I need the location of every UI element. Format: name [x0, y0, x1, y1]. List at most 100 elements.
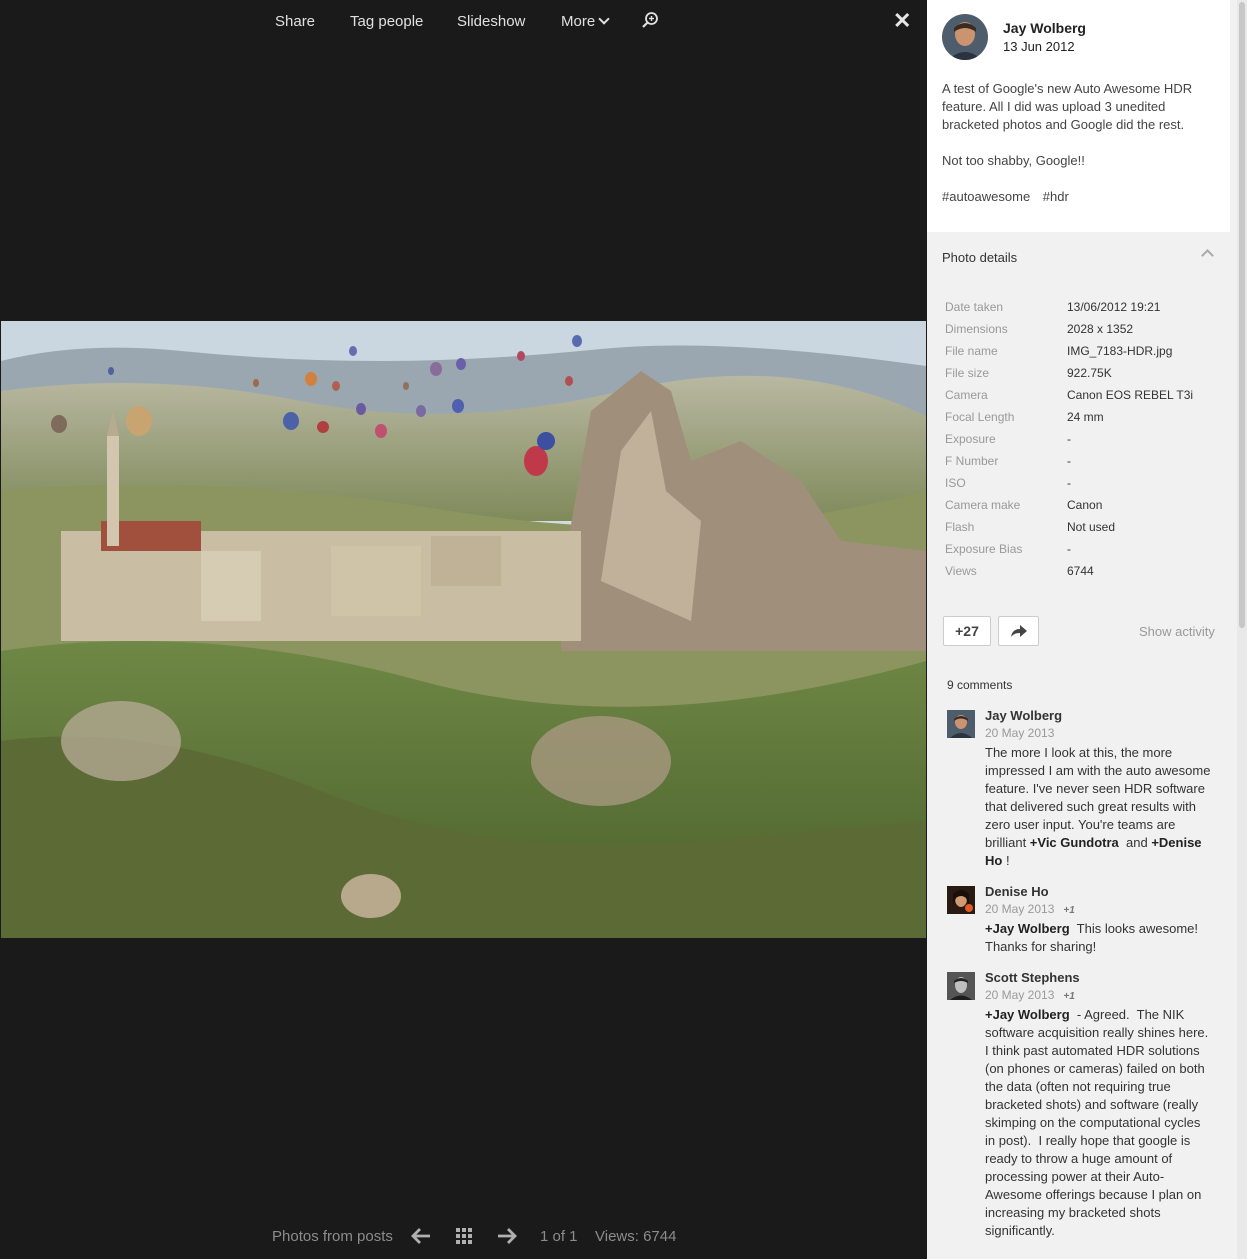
details-value: Canon EOS REBEL T3i: [1067, 388, 1194, 402]
photo-info-panel: Jay Wolberg 13 Jun 2012 A test of Google…: [927, 0, 1247, 1259]
commenter-name[interactable]: Scott Stephens: [985, 970, 1080, 985]
main-photo: [1, 321, 926, 938]
chevron-up-icon[interactable]: [1201, 249, 1214, 262]
comments-count: 9 comments: [947, 678, 1013, 692]
details-value: 922.75K: [1067, 366, 1112, 380]
details-value: 6744: [1067, 564, 1094, 578]
comment-date: 20 May 2013: [985, 726, 1055, 740]
zoom-icon: [642, 12, 658, 28]
post-hashtags: #autoawesome #hdr: [942, 188, 1224, 206]
details-value: 13/06/2012 19:21: [1067, 300, 1161, 314]
comment-date-text: 20 May 2013: [985, 902, 1055, 916]
commenter-name[interactable]: Jay Wolberg: [985, 708, 1062, 723]
post-card: Jay Wolberg 13 Jun 2012 A test of Google…: [927, 0, 1230, 232]
show-activity-link[interactable]: Show activity: [1139, 624, 1215, 639]
details-row: Camera make Canon: [945, 498, 1225, 520]
details-label: Exposure: [945, 432, 996, 446]
details-label: Flash: [945, 520, 975, 534]
comment-body: and: [1118, 835, 1152, 850]
details-value: IMG_7183-HDR.jpg: [1067, 344, 1173, 358]
details-row: File name IMG_7183-HDR.jpg: [945, 344, 1225, 366]
mention-link[interactable]: +Jay Wolberg: [985, 1007, 1070, 1022]
details-row: Exposure Bias -: [945, 542, 1225, 564]
comment-plus-one[interactable]: +1: [1063, 905, 1074, 916]
mention-link[interactable]: +Vic Gundotra: [1030, 835, 1119, 850]
share-post-button[interactable]: [998, 616, 1039, 646]
zoom-button[interactable]: [641, 11, 659, 35]
details-row: File size 922.75K: [945, 366, 1225, 388]
slideshow-button[interactable]: Slideshow: [457, 12, 525, 32]
details-label: ISO: [945, 476, 966, 490]
commenter-avatar[interactable]: [947, 972, 975, 1000]
views-count: Views: 6744: [595, 1228, 677, 1245]
grid-icon: [456, 1228, 472, 1244]
next-button[interactable]: [496, 1226, 518, 1250]
details-row: ISO -: [945, 476, 1225, 498]
photo-counter: 1 of 1: [540, 1228, 578, 1245]
hashtag-link[interactable]: #hdr: [1043, 189, 1069, 204]
details-value: 24 mm: [1067, 410, 1104, 424]
post-date[interactable]: 13 Jun 2012: [1003, 39, 1075, 54]
details-row: Views 6744: [945, 564, 1225, 586]
details-row: Exposure -: [945, 432, 1225, 454]
details-row: Dimensions 2028 x 1352: [945, 322, 1225, 344]
details-label: Views: [945, 564, 977, 578]
post-paragraph: A test of Google's new Auto Awesome HDR …: [942, 81, 1193, 132]
comment-body: !: [1002, 853, 1010, 868]
viewer-toolbar: Share Tag people Slideshow More ✕: [0, 0, 927, 44]
details-label: Camera make: [945, 498, 1021, 512]
comment-date: 20 May 2013 +1: [985, 988, 1075, 1002]
arrow-right-icon: [498, 1228, 517, 1244]
details-row: Flash Not used: [945, 520, 1225, 542]
viewer-footer: Photos from posts 1 of 1 Views: 6744: [0, 1222, 927, 1252]
grid-view-button[interactable]: [455, 1227, 473, 1249]
details-row: Focal Length 24 mm: [945, 410, 1225, 432]
photo-details-heading[interactable]: Photo details: [942, 250, 1017, 265]
comment-date: 20 May 2013 +1: [985, 902, 1075, 916]
details-label: File size: [945, 366, 990, 380]
photo-viewer: Share Tag people Slideshow More ✕ Photos…: [0, 0, 927, 1259]
share-button[interactable]: Share: [275, 12, 315, 32]
share-arrow-icon: [1011, 625, 1027, 637]
close-icon[interactable]: ✕: [893, 8, 911, 34]
plus-one-button[interactable]: +27: [943, 616, 991, 646]
details-value: 2028 x 1352: [1067, 322, 1134, 336]
more-label: More: [561, 13, 596, 30]
comment-body: - Agreed. The NIK software acquisition r…: [985, 1007, 1216, 1238]
chevron-down-icon: [598, 13, 610, 25]
commenter-name[interactable]: Denise Ho: [985, 884, 1049, 899]
details-value: -: [1067, 542, 1071, 556]
details-label: Exposure Bias: [945, 542, 1023, 556]
details-label: Dimensions: [945, 322, 1008, 336]
details-label: Focal Length: [945, 410, 1015, 424]
comment-text: The more I look at this, the more impres…: [985, 744, 1213, 870]
author-avatar[interactable]: [942, 14, 988, 60]
comment-text: +Jay Wolberg - Agreed. The NIK software …: [985, 1006, 1213, 1240]
details-label: Date taken: [945, 300, 1004, 314]
comment-date-text: 20 May 2013: [985, 988, 1055, 1002]
commenter-avatar[interactable]: [947, 710, 975, 738]
details-row: F Number -: [945, 454, 1225, 476]
hashtag-link[interactable]: #autoawesome: [942, 189, 1030, 204]
comment-plus-one[interactable]: +1: [1063, 991, 1074, 1002]
details-label: Camera: [945, 388, 988, 402]
photos-from-posts-link[interactable]: Photos from posts: [272, 1228, 393, 1245]
more-menu-button[interactable]: More: [561, 12, 610, 32]
commenter-avatar[interactable]: [947, 886, 975, 914]
details-value: -: [1067, 432, 1071, 446]
panel-scrollbar[interactable]: [1237, 0, 1247, 1259]
details-value: Not used: [1067, 520, 1116, 534]
scrollbar-thumb[interactable]: [1239, 2, 1245, 628]
details-row: Camera Canon EOS REBEL T3i: [945, 388, 1225, 410]
tag-people-button[interactable]: Tag people: [350, 12, 423, 32]
mention-link[interactable]: +Jay Wolberg: [985, 921, 1070, 936]
details-label: F Number: [945, 454, 999, 468]
arrow-left-icon: [411, 1228, 430, 1244]
details-label: File name: [945, 344, 998, 358]
post-author-name[interactable]: Jay Wolberg: [1003, 20, 1086, 36]
post-text: A test of Google's new Auto Awesome HDR …: [942, 80, 1224, 224]
prev-button[interactable]: [410, 1226, 432, 1250]
details-value: -: [1067, 476, 1071, 490]
comment-text: +Jay Wolberg This looks awesome! Thanks …: [985, 920, 1213, 956]
details-row: Date taken 13/06/2012 19:21: [945, 300, 1225, 322]
